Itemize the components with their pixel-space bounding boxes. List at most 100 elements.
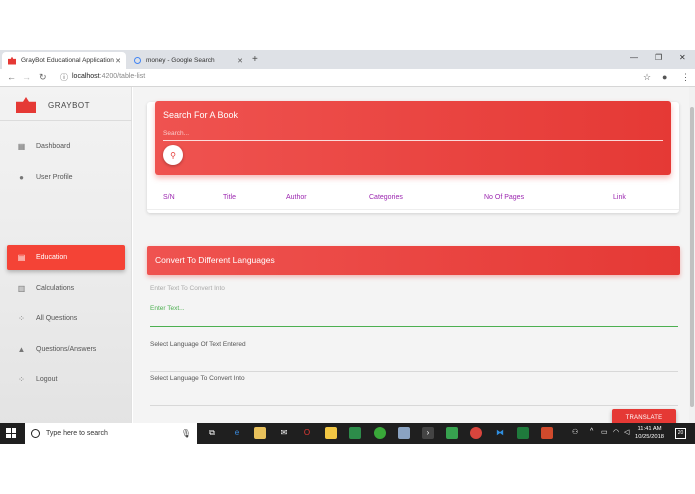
sidebar: GRAYBOT ▦ Dashboard ● User Profile ▤ Edu… (0, 87, 132, 444)
close-window-icon[interactable]: ✕ (679, 53, 686, 62)
search-input[interactable] (163, 127, 663, 141)
sidebar-item-label: Questions/Answers (36, 346, 97, 353)
sidebar-item-label: Logout (36, 376, 58, 383)
url-field[interactable]: localhost:4200/table-list (72, 73, 145, 80)
column-header: Link (613, 194, 626, 201)
sidebar-item-label: User Profile (36, 174, 73, 181)
scrollbar-thumb[interactable] (690, 107, 694, 407)
vscode-icon[interactable]: ⧓ (494, 427, 506, 439)
dashboard-icon: ▦ (17, 142, 26, 151)
target-language-select[interactable] (150, 405, 678, 406)
people-icon[interactable]: ⚇ (572, 428, 578, 436)
source-language-label: Select Language Of Text Entered (150, 341, 246, 348)
brand[interactable]: GRAYBOT (16, 97, 90, 113)
forward-icon[interactable]: → (22, 72, 31, 82)
star-icon[interactable]: ☆ (643, 72, 651, 83)
bell-icon: ▲ (17, 345, 26, 354)
tab-google-search[interactable]: money - Google Search ✕ (128, 52, 248, 69)
sidebar-item-label: All Questions (36, 315, 78, 322)
tab-title: money - Google Search (146, 57, 215, 64)
sidebar-item-questions-answers[interactable]: ▲ Questions/Answers (7, 337, 125, 362)
task-view-icon[interactable]: ⧉ (206, 427, 218, 439)
column-header: S/N (163, 194, 175, 201)
main-content: Search For A Book ⚲ S/N Title Author Cat… (133, 87, 695, 444)
new-tab-button[interactable]: + (252, 54, 258, 65)
url-path: :4200/table-list (99, 73, 146, 80)
app-icon[interactable] (349, 427, 361, 439)
app-icon[interactable] (446, 427, 458, 439)
account-icon[interactable]: ● (662, 72, 667, 82)
sidebar-item-logout[interactable]: ⁘ Logout (7, 367, 125, 392)
back-icon[interactable]: ← (7, 72, 16, 82)
sidebar-item-dashboard[interactable]: ▦ Dashboard (7, 134, 125, 159)
column-header: No Of Pages (484, 194, 525, 201)
column-header: Author (286, 194, 307, 201)
file-explorer-icon[interactable] (325, 427, 337, 439)
input-label: Enter Text To Convert Into (150, 285, 225, 292)
close-tab-icon[interactable]: ✕ (115, 57, 121, 65)
book-search-title: Search For A Book (163, 110, 239, 120)
taskbar-clock[interactable]: 11:41 AM 10/25/2018 (635, 425, 664, 441)
divider (0, 120, 132, 121)
excel-icon[interactable] (517, 427, 529, 439)
close-tab-icon[interactable]: ✕ (237, 57, 243, 65)
tray-chevron-icon[interactable]: ^ (590, 428, 593, 435)
library-icon: ▥ (17, 284, 26, 293)
book-search-header: Search For A Book ⚲ (155, 101, 671, 175)
chrome-icon[interactable] (470, 427, 482, 439)
scrollbar[interactable] (689, 87, 695, 444)
windows-start-icon[interactable] (6, 428, 16, 438)
taskbar-search[interactable]: Type here to search 🎙 (25, 423, 197, 444)
taskbar: Type here to search 🎙 ⧉ e ✉ O › ⧓ ⚇ ^ ▭ … (0, 423, 695, 444)
sidebar-item-label: Education (36, 254, 68, 261)
info-icon[interactable]: ⓘ (60, 72, 68, 83)
google-favicon-icon (134, 57, 141, 64)
menu-icon[interactable]: ⋮ (681, 72, 690, 83)
powerpoint-icon[interactable] (541, 427, 553, 439)
graybot-favicon-icon (8, 56, 16, 65)
edge-icon[interactable]: e (231, 427, 243, 439)
minimize-icon[interactable]: — (630, 53, 638, 62)
clock-time: 11:41 AM (637, 426, 662, 432)
store-icon[interactable] (254, 427, 266, 439)
book-table-header: S/N Title Author Categories No Of Pages … (147, 190, 679, 210)
person-icon: ● (19, 173, 24, 182)
search-icon: ⚲ (170, 150, 176, 160)
sidebar-item-user-profile[interactable]: ● User Profile (7, 165, 125, 190)
taskbar-search-placeholder: Type here to search (46, 430, 108, 437)
reload-icon[interactable]: ↻ (39, 72, 47, 83)
search-button[interactable]: ⚲ (163, 145, 183, 165)
url-host: localhost (72, 73, 100, 80)
microphone-icon[interactable]: 🎙 (181, 429, 191, 438)
book-search-card: Search For A Book ⚲ S/N Title Author Cat… (147, 101, 679, 213)
app-icon[interactable] (398, 427, 410, 439)
tab-title: GrayBot Educational Application (21, 57, 114, 64)
convert-title: Convert To Different Languages (155, 255, 275, 265)
sidebar-item-label: Calculations (36, 285, 75, 292)
network-icon[interactable]: ▭ (601, 428, 608, 436)
clock-date: 10/25/2018 (635, 434, 665, 440)
notification-icon[interactable]: 20 (675, 428, 686, 439)
sidebar-item-calculations[interactable]: ▥ Calculations (7, 276, 125, 301)
opera-icon[interactable]: O (301, 427, 313, 439)
convert-text-input[interactable] (150, 301, 678, 327)
tab-graybot[interactable]: GrayBot Educational Application ✕ (2, 52, 126, 69)
address-bar: ← → ↻ ⓘ localhost:4200/table-list ☆ ● ⋮ (0, 69, 695, 87)
brand-name: GRAYBOT (48, 100, 91, 110)
sidebar-item-education[interactable]: ▤ Education (7, 245, 125, 270)
column-header: Categories (369, 194, 403, 201)
sidebar-item-all-questions[interactable]: ⁘ All Questions (7, 306, 125, 331)
volume-icon[interactable]: ◁ (624, 428, 629, 436)
maximize-icon[interactable]: ❐ (655, 53, 662, 62)
cortana-icon (31, 429, 40, 438)
app-icon[interactable] (374, 427, 386, 439)
wifi-icon[interactable]: ◠ (613, 428, 619, 436)
column-header: Title (223, 194, 236, 201)
bubble-icon: ⁘ (18, 375, 25, 384)
sidebar-item-label: Dashboard (36, 143, 71, 150)
target-language-label: Select Language To Convert Into (150, 375, 245, 382)
mail-icon[interactable]: ✉ (278, 427, 290, 439)
terminal-icon[interactable]: › (422, 427, 434, 439)
source-language-select[interactable] (150, 371, 678, 372)
convert-header: Convert To Different Languages (147, 246, 680, 275)
